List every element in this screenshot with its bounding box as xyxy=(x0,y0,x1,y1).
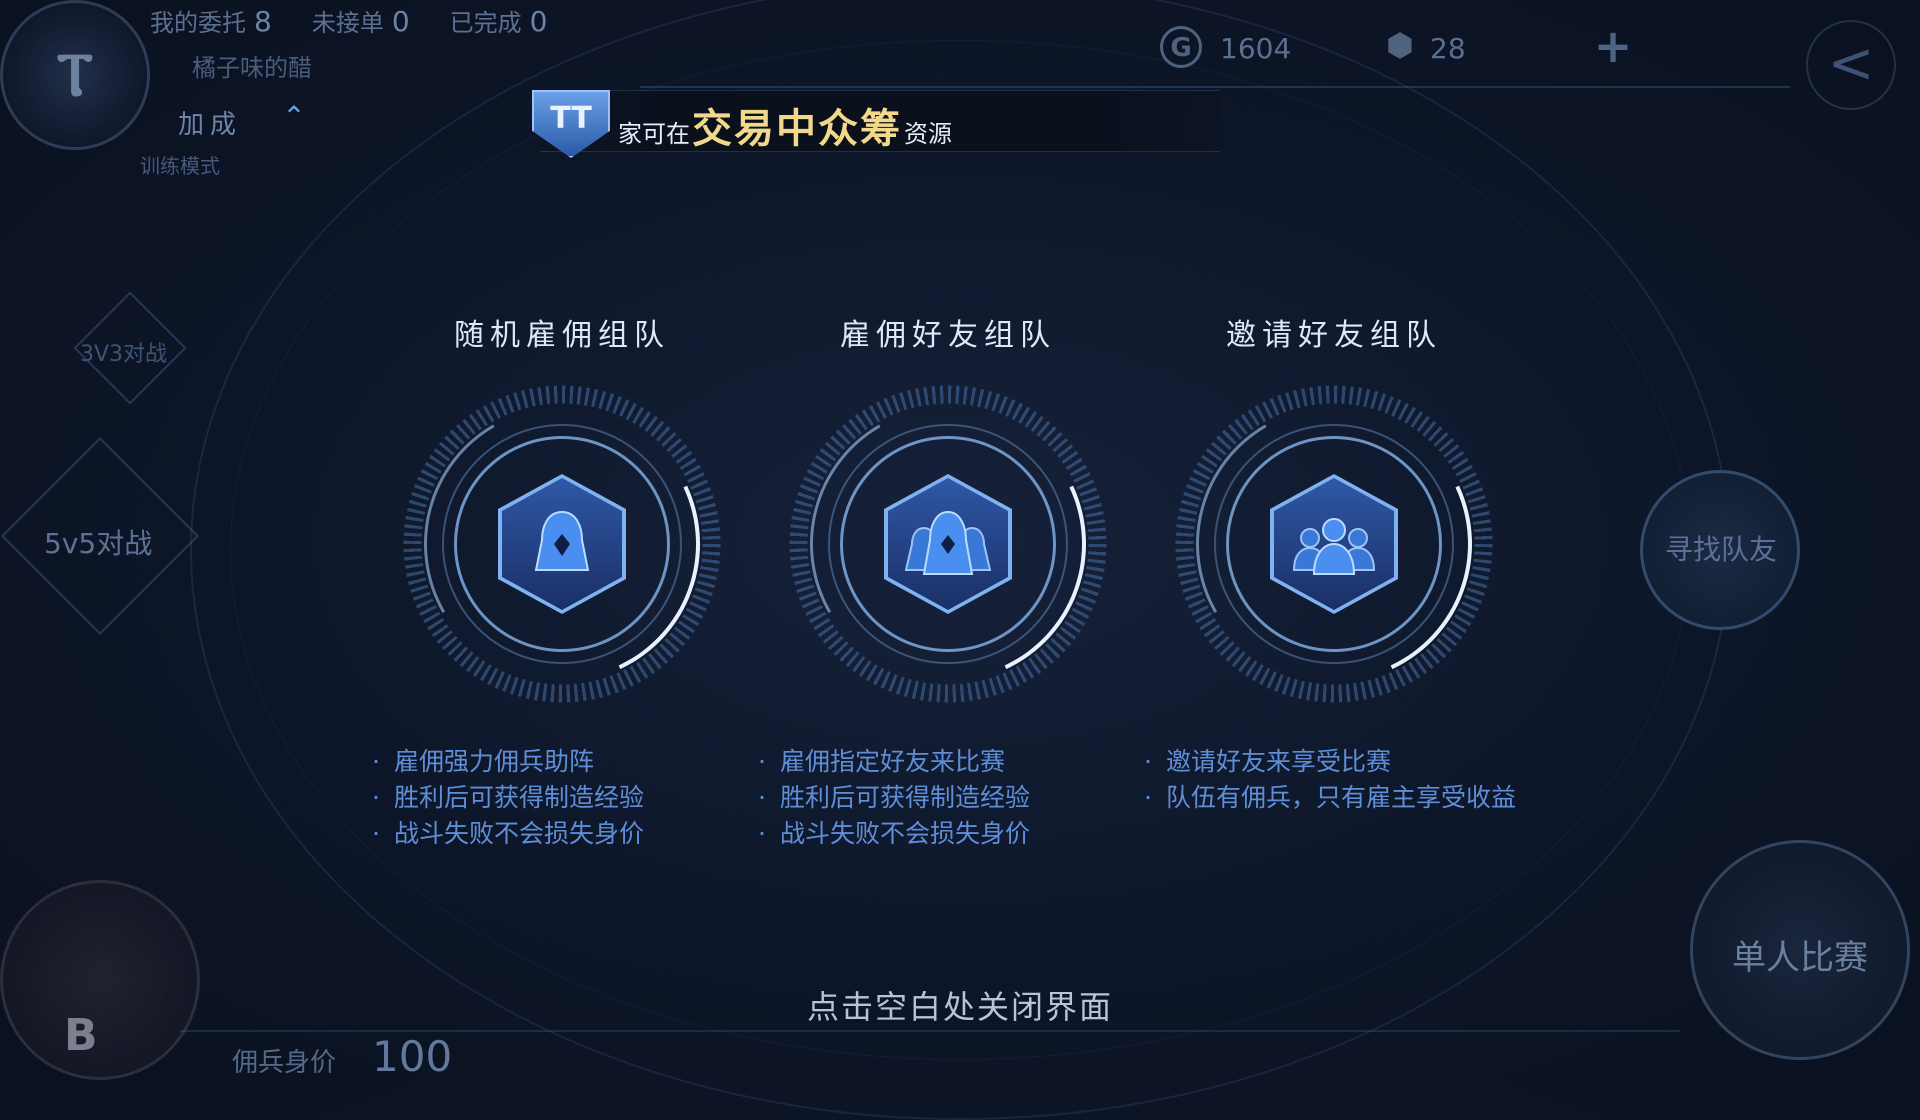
option-bullets: · 邀请好友来享受比赛 · 队伍有佣兵，只有雇主享受收益 xyxy=(1144,744,1524,816)
option-title: 雇佣好友组队 xyxy=(840,318,1056,353)
not-accepted[interactable]: 未接单 0 xyxy=(312,3,410,38)
add-currency-button[interactable]: + xyxy=(1588,23,1638,70)
chevron-up-icon: ⌃ xyxy=(282,100,306,133)
option-icon-ring[interactable] xyxy=(771,367,1125,721)
training-mode-label[interactable]: 训练模式 xyxy=(140,150,220,179)
bullet-item: · 队伍有佣兵，只有雇主享受收益 xyxy=(1144,783,1516,812)
cube-icon: ⬢ xyxy=(1386,26,1414,64)
option-hire-friend[interactable]: 雇佣好友组队 · 雇佣指定好友来比赛 · 胜利后可获得制造经验 · 战斗失败不会损失身… xyxy=(758,310,1138,852)
bullet-item: · 胜利后可获得制造经验 xyxy=(758,783,1030,812)
merc-price-value: 100 xyxy=(372,1032,453,1081)
option-title: 邀请好友组队 xyxy=(1226,318,1442,353)
option-icon-ring[interactable] xyxy=(385,367,739,721)
bullet-item: · 胜利后可获得制造经验 xyxy=(372,783,644,812)
back-button[interactable]: < xyxy=(1806,20,1896,110)
gem-amount: 28 xyxy=(1430,32,1466,65)
gold-coin-icon: G xyxy=(1160,26,1202,68)
option-title: 随机雇佣组队 xyxy=(454,318,670,353)
bonus-button[interactable]: 加成 xyxy=(178,104,242,141)
bullet-item: · 战斗失败不会损失身价 xyxy=(758,819,1030,848)
single-hooded-figure-icon xyxy=(534,510,590,571)
notice-text: 家可在 交易中众筹 资源 xyxy=(618,96,952,154)
option-bullets: · 雇佣强力佣兵助阵 · 胜利后可获得制造经验 · 战斗失败不会损失身价 xyxy=(372,744,752,852)
mode-5v5-button[interactable]: 5v5对战 xyxy=(44,522,152,562)
bullet-item: · 雇佣强力佣兵助阵 xyxy=(372,747,594,776)
rank-badge[interactable] xyxy=(0,880,200,1080)
completed-count: 0 xyxy=(529,4,548,38)
player-nickname: 橘子味的醋 xyxy=(192,54,312,82)
bottom-divider xyxy=(180,1030,1680,1032)
my-commission[interactable]: 我的委托 8 xyxy=(150,3,272,38)
mode-3v3-button[interactable]: 3V3对战 xyxy=(80,336,167,368)
notice-suffix: 资源 xyxy=(904,120,952,148)
option-random-hire[interactable]: 随机雇佣组队 · 雇佣强力佣兵助阵 · 胜利后可获得制造经验 · 战斗失败不会损失身价 xyxy=(372,310,752,852)
option-icon-ring[interactable] xyxy=(1157,367,1511,721)
bullet-item: · 战斗失败不会损失身价 xyxy=(372,819,644,848)
not-accepted-label: 未接单 xyxy=(311,8,384,37)
bullet-item: · 雇佣指定好友来比赛 xyxy=(758,747,1005,776)
notice-prefix: 家可在 xyxy=(618,120,690,148)
find-teammate-label: 寻找队友 xyxy=(1664,533,1777,566)
my-commission-count: 8 xyxy=(254,4,272,38)
merc-price-label: 佣兵身价 xyxy=(232,1048,337,1078)
player-emblem[interactable]: Ⲧ xyxy=(0,0,150,150)
commission-status-bar: 我的委托 8 未接单 0 已完成 0 xyxy=(150,0,547,40)
group-hooded-figures-icon xyxy=(904,510,992,575)
my-commission-label: 我的委托 xyxy=(150,8,246,37)
completed[interactable]: 已完成 0 xyxy=(450,3,548,38)
not-accepted-count: 0 xyxy=(391,4,410,38)
solo-match-label: 单人比赛 xyxy=(1732,938,1868,978)
option-invite-friend[interactable]: 邀请好友组队 · 邀请好友来享受比赛 · 队伍有佣兵，只有雇主享受收益 xyxy=(1144,310,1524,816)
group-people-icon xyxy=(1292,518,1376,575)
notice-highlight: 交易中众筹 xyxy=(692,106,902,152)
completed-label: 已完成 xyxy=(449,8,522,37)
close-hint[interactable]: 点击空白处关闭界面 xyxy=(0,982,1920,1028)
bullet-item: · 邀请好友来享受比赛 xyxy=(1144,747,1391,776)
gold-amount: 1604 xyxy=(1220,32,1292,65)
option-bullets: · 雇佣指定好友来比赛 · 胜利后可获得制造经验 · 战斗失败不会损失身价 xyxy=(758,744,1138,852)
